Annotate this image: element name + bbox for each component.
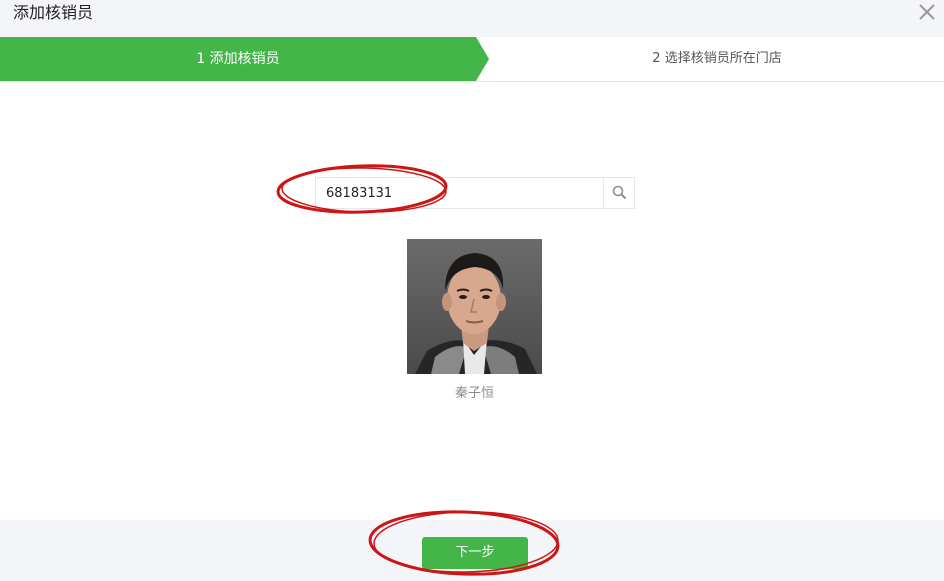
step-1-label: 1 添加核销员 xyxy=(196,51,280,67)
next-button[interactable]: 下一步 xyxy=(422,537,528,569)
avatar[interactable] xyxy=(407,239,542,374)
stepper: 1 添加核销员 2 选择核销员所在门店 xyxy=(0,37,944,82)
dialog-title: 添加核销员 xyxy=(13,3,94,22)
search-box xyxy=(315,177,635,209)
search-input[interactable] xyxy=(316,178,603,208)
dialog-footer: 下一步 xyxy=(0,520,944,581)
search-button[interactable] xyxy=(603,178,634,208)
avatar-portrait xyxy=(407,239,542,374)
step-2-label: 2 选择核销员所在门店 xyxy=(652,51,782,66)
dialog-header: 添加核销员 xyxy=(0,0,944,37)
close-button[interactable] xyxy=(916,1,938,23)
close-icon xyxy=(919,4,935,20)
user-name: 秦子恒 xyxy=(454,386,494,401)
search-icon xyxy=(612,185,627,200)
